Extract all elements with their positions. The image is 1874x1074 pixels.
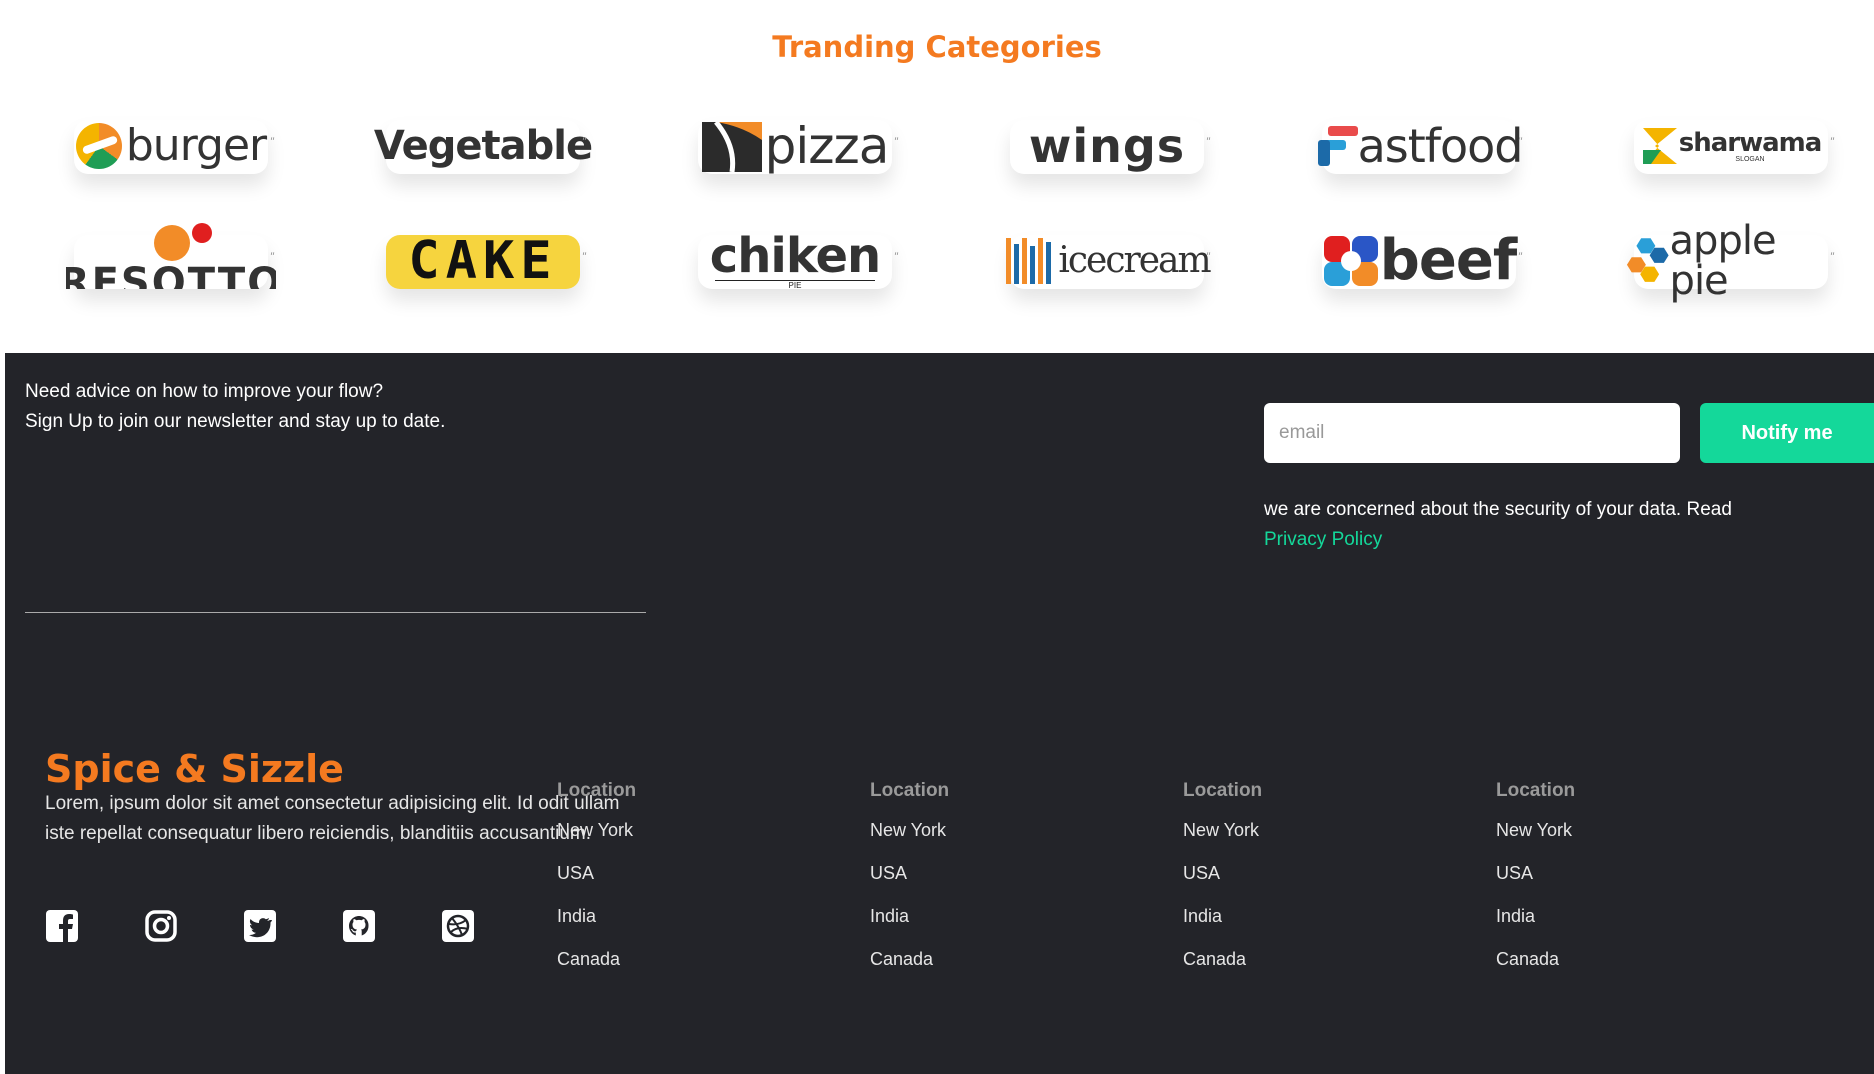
category-label: CAKE [408, 231, 558, 291]
footer-link[interactable]: India [1496, 906, 1575, 927]
sun-icon [154, 225, 190, 261]
category-vegetable[interactable]: Vegetable ʺ [374, 100, 593, 192]
newsletter-line-2: Sign Up to join our newsletter and stay … [25, 411, 446, 432]
instagram-icon[interactable] [144, 909, 178, 943]
twitter-icon[interactable] [243, 909, 277, 943]
column-heading: Location [870, 780, 950, 801]
category-label: sharwama [1678, 127, 1823, 158]
dribbble-icon[interactable] [441, 909, 475, 943]
category-label: wings [1028, 119, 1186, 173]
category-pizza[interactable]: pizza ʺ [690, 100, 905, 192]
footer-link[interactable]: USA [557, 863, 636, 884]
cake-logo: CAKE [378, 215, 588, 307]
chiken-logo: chiken PIE [690, 215, 900, 307]
category-label: Vegetable [373, 123, 593, 169]
security-note: we are concerned about the security of y… [1264, 495, 1824, 555]
footer-link[interactable]: USA [1496, 863, 1575, 884]
fastfood-logo: astfood [1314, 100, 1524, 192]
vegetable-logo: Vegetable [374, 100, 593, 192]
github-icon[interactable] [342, 909, 376, 943]
footer-link[interactable]: India [870, 906, 949, 927]
footer-link[interactable]: India [557, 906, 636, 927]
footer-link[interactable]: Canada [1496, 949, 1575, 970]
apple-pie-logo: apple pie [1626, 215, 1836, 307]
footer-column-3: Location New York USA India Canada [1183, 780, 1262, 992]
wings-logo: wings [1002, 100, 1212, 192]
pizza-logo: pizza [690, 100, 900, 192]
icecream-bars-icon [1006, 238, 1052, 284]
column-heading: Location [1183, 780, 1263, 801]
footer-link[interactable]: New York [1183, 820, 1262, 841]
category-burger[interactable]: burger ʺ [66, 100, 281, 192]
category-icecream[interactable]: icecream ʺ [1002, 215, 1217, 307]
category-label: RESOTTO [66, 260, 276, 289]
footer-link[interactable]: New York [557, 820, 636, 841]
dot-icon [192, 223, 212, 243]
resotto-logo: RESOTTO [66, 215, 276, 289]
category-label: icecream [1058, 240, 1211, 281]
category-label: beef [1379, 228, 1517, 293]
footer-link[interactable]: Canada [870, 949, 949, 970]
newsletter-line-1: Need advice on how to improve your flow? [25, 381, 384, 402]
footer-link[interactable]: USA [1183, 863, 1262, 884]
footer-link[interactable]: New York [1496, 820, 1575, 841]
fastfood-f-icon [1317, 126, 1358, 166]
trending-section: Tranding Categories burger ʺ Vegetable ʺ [0, 0, 1874, 353]
category-label: apple pie [1669, 218, 1777, 304]
category-label: burger [125, 120, 267, 171]
newsletter-text: Need advice on how to improve your flow?… [25, 377, 445, 437]
footer-column-2: Location New York USA India Canada [870, 780, 949, 992]
category-sublabel: SLOGAN [1735, 155, 1765, 163]
brand-description: Lorem, ipsum dolor sit amet consectetur … [45, 793, 620, 844]
notify-me-button[interactable]: Notify me [1700, 403, 1874, 463]
burger-logo: burger [66, 100, 276, 192]
category-label: astfood [1357, 119, 1524, 173]
email-field[interactable] [1264, 403, 1680, 463]
category-label: chiken [709, 228, 881, 284]
category-cake[interactable]: CAKE ʺ [378, 215, 593, 307]
security-text: we are concerned about the security of y… [1264, 499, 1732, 520]
category-chiken[interactable]: chiken PIE ʺ [690, 215, 905, 307]
category-wings[interactable]: wings ʺ [1002, 100, 1217, 192]
category-fastfood[interactable]: astfood ʺ [1314, 100, 1529, 192]
facebook-icon[interactable] [45, 909, 79, 943]
category-row-1: burger ʺ Vegetable ʺ pizza ʺ wings ʺ ast… [0, 100, 1874, 200]
brand-name: Spice & Sizzle [45, 747, 344, 791]
column-heading: Location [1496, 780, 1576, 801]
footer-link[interactable]: USA [870, 863, 949, 884]
burger-mark-icon [75, 123, 122, 169]
category-sharwama[interactable]: sharwama SLOGAN ʺ [1626, 100, 1841, 192]
icecream-logo: icecream [1002, 215, 1212, 307]
category-apple-pie[interactable]: apple pie ʺ [1626, 215, 1841, 307]
category-row-2: RESOTTO ʺ CAKE ʺ chiken PIE ʺ icecream ʺ… [0, 215, 1874, 315]
footer-link[interactable]: New York [870, 820, 949, 841]
beef-swirl-icon [1323, 236, 1378, 286]
column-heading: Location [557, 780, 637, 801]
category-beef[interactable]: beef ʺ [1314, 215, 1529, 307]
category-sublabel: PIE [715, 280, 875, 290]
hexagon-icon [1626, 238, 1669, 282]
sharwama-mark-icon [1642, 128, 1677, 164]
footer-link[interactable]: Canada [1183, 949, 1262, 970]
pizza-slice-icon [701, 120, 762, 172]
social-links [45, 909, 540, 943]
footer-link[interactable]: Canada [557, 949, 636, 970]
sharwama-logo: sharwama SLOGAN [1626, 100, 1836, 192]
divider [25, 612, 646, 613]
footer-column-4: Location New York USA India Canada [1496, 780, 1575, 992]
category-resotto[interactable]: RESOTTO ʺ [66, 215, 281, 307]
footer-link[interactable]: India [1183, 906, 1262, 927]
category-label: pizza [764, 117, 890, 175]
section-title: Tranding Categories [772, 30, 1102, 64]
footer-column-1: Location New York USA India Canada [557, 780, 636, 992]
privacy-policy-link[interactable]: Privacy Policy [1264, 525, 1824, 555]
beef-logo: beef [1314, 215, 1524, 307]
footer: Need advice on how to improve your flow?… [5, 353, 1874, 1074]
